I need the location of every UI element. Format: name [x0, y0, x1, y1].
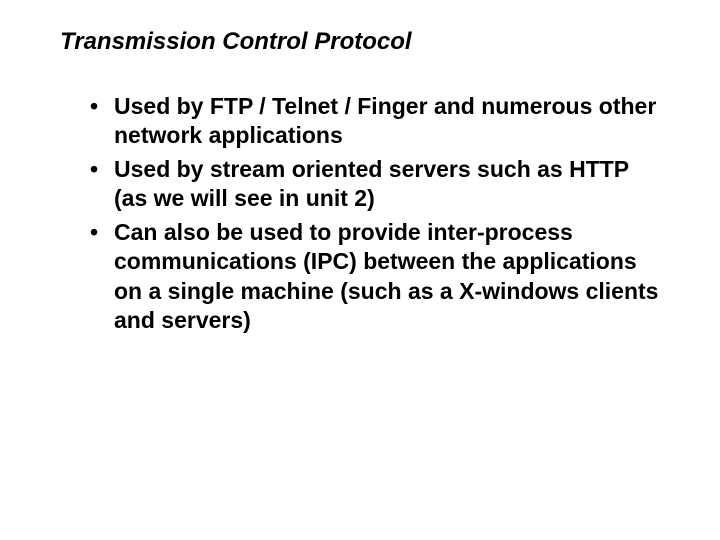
bullet-list: Used by FTP / Telnet / Finger and numero… — [60, 92, 660, 336]
list-item: Used by stream oriented servers such as … — [90, 155, 660, 214]
list-item: Used by FTP / Telnet / Finger and numero… — [90, 92, 660, 151]
slide-title: Transmission Control Protocol — [60, 28, 660, 56]
list-item: Can also be used to provide inter-proces… — [90, 218, 660, 336]
